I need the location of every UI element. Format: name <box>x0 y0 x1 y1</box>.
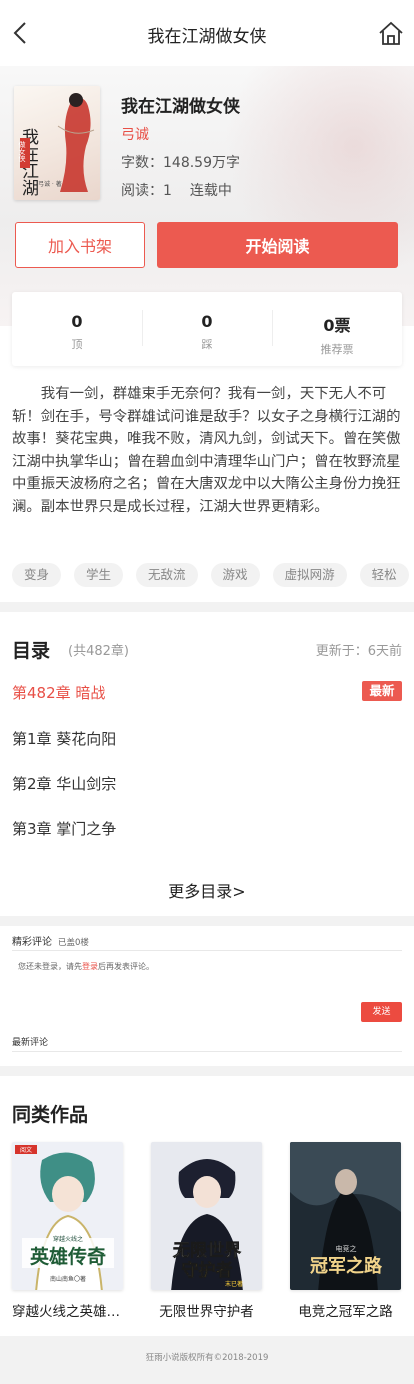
divider <box>12 950 402 951</box>
toc-updated-time: 更新于：6天前 <box>315 644 402 659</box>
similar-book-card[interactable]: 穿越火线之 英雄传奇 南山南鱼〇著 阅文 穿越火线之英雄传奇 <box>12 1142 123 1320</box>
svg-text:冠军之路: 冠军之路 <box>310 1255 383 1277</box>
svg-text:无限世界: 无限世界 <box>172 1241 241 1261</box>
svg-text:南山南鱼〇著: 南山南鱼〇著 <box>50 1275 86 1283</box>
stats-card: 0 顶 0 踩 0票 推荐票 <box>12 292 402 366</box>
similar-book-name[interactable]: 穿越火线之英雄传奇 <box>12 1300 123 1320</box>
book-title: 我在江湖做女侠 <box>121 97 240 117</box>
svg-text:穿越火线之: 穿越火线之 <box>53 1235 83 1243</box>
upvote-count: 0 <box>71 312 83 331</box>
similar-book-cover[interactable]: 无限世界 守护者 末已著 <box>151 1142 262 1290</box>
comments-title-text: 精彩评论 <box>12 937 52 948</box>
login-tip: 您还未登录，请先登录后再发表评论。 <box>18 961 154 972</box>
latest-comments-label: 最新评论 <box>12 1038 49 1048</box>
tag-item[interactable]: 变身 <box>12 563 62 587</box>
book-intro: 我有一剑，群雄束手无奈何？我有一剑，天下无人不可斩！剑在手，号令群雄试问谁是敌手… <box>12 386 401 515</box>
svg-text:阅文: 阅文 <box>20 1146 32 1154</box>
similar-book-name[interactable]: 无限世界守护者 <box>151 1300 262 1320</box>
tag-item[interactable]: 无敌流 <box>136 563 198 587</box>
section-divider <box>0 602 414 612</box>
login-link[interactable]: 登录 <box>82 962 98 971</box>
serial-status: 连载中 <box>189 183 232 199</box>
chapter-link[interactable]: 第1章 葵花向阳 <box>12 728 116 749</box>
similar-book-cover[interactable]: 电竞之 冠军之路 <box>290 1142 401 1290</box>
toc-chapter-count: (共482章) <box>68 644 129 659</box>
recommend-count: 0票 <box>323 316 351 335</box>
downvote-label: 踩 <box>201 338 213 351</box>
tag-list: 变身 学生 无敌流 游戏 虚拟网游 轻松 <box>12 563 409 587</box>
section-divider <box>0 916 414 926</box>
comments-count: 已盖0楼 <box>58 938 89 948</box>
upvote-stat[interactable]: 0 顶 <box>12 292 142 366</box>
similar-works-title: 同类作品 <box>12 1104 89 1126</box>
chapter-link[interactable]: 第2章 华山剑宗 <box>12 773 116 794</box>
home-icon[interactable] <box>378 20 404 46</box>
svg-text:电竞之: 电竞之 <box>336 1244 357 1253</box>
read-info: 阅读：1 连载中 <box>121 180 232 200</box>
page-title: 我在江湖做女侠 <box>147 27 267 47</box>
more-chapters-link[interactable]: 更多目录> <box>0 878 414 902</box>
new-badge: 最新 <box>362 681 402 701</box>
similar-book-cover[interactable]: 穿越火线之 英雄传奇 南山南鱼〇著 阅文 <box>12 1142 123 1290</box>
section-divider <box>0 1066 414 1076</box>
start-reading-button[interactable]: 开始阅读 <box>157 222 398 268</box>
upvote-label: 顶 <box>71 338 83 351</box>
toc-title: 目录 <box>12 640 51 662</box>
tag-item[interactable]: 轻松 <box>359 563 409 587</box>
similar-book-name[interactable]: 电竞之冠军之路 <box>290 1300 401 1320</box>
login-tip-suffix: 后再发表评论。 <box>98 962 154 971</box>
tag-item[interactable]: 虚拟网游 <box>272 563 347 587</box>
tag-item[interactable]: 游戏 <box>210 563 260 587</box>
similar-book-card[interactable]: 电竞之 冠军之路 电竞之冠军之路 <box>290 1142 401 1320</box>
comments-title: 精彩评论 已盖0楼 <box>12 933 89 948</box>
tag-item[interactable]: 学生 <box>74 563 124 587</box>
login-tip-prefix: 您还未登录，请先 <box>18 962 82 971</box>
top-nav-bar: 我在江湖做女侠 <box>0 0 414 66</box>
chapter-link[interactable]: 第3章 掌门之争 <box>12 818 116 839</box>
downvote-stat[interactable]: 0 踩 <box>142 292 272 366</box>
read-count: 阅读：1 <box>121 183 172 199</box>
word-count: 字数：148.59万字 <box>121 155 240 171</box>
recommend-stat[interactable]: 0票 推荐票 <box>272 292 402 366</box>
latest-chapter-link[interactable]: 第482章 暗战 <box>12 682 105 703</box>
svg-text:做女侠: 做女侠 <box>18 140 26 163</box>
footer-copyright: 狂雨小说版权所有©2018-2019 <box>0 1336 414 1384</box>
downvote-count: 0 <box>201 312 213 331</box>
similar-book-card[interactable]: 无限世界 守护者 末已著 无限世界守护者 <box>151 1142 262 1320</box>
book-author[interactable]: 弓诚 <box>121 124 149 144</box>
recommend-label: 推荐票 <box>320 343 354 356</box>
divider <box>12 1051 402 1052</box>
svg-text:守护者: 守护者 <box>182 1260 233 1281</box>
add-to-shelf-button[interactable]: 加入书架 <box>15 222 145 268</box>
send-comment-button[interactable]: 发送 <box>361 1002 402 1022</box>
svg-text:末已著: 末已著 <box>225 1280 243 1288</box>
svg-text:英雄传奇: 英雄传奇 <box>30 1245 106 1268</box>
book-cover[interactable]: 我在江湖 做女侠 弓诚 · 著 <box>14 86 100 200</box>
svg-text:弓诚 · 著: 弓诚 · 著 <box>38 180 62 188</box>
